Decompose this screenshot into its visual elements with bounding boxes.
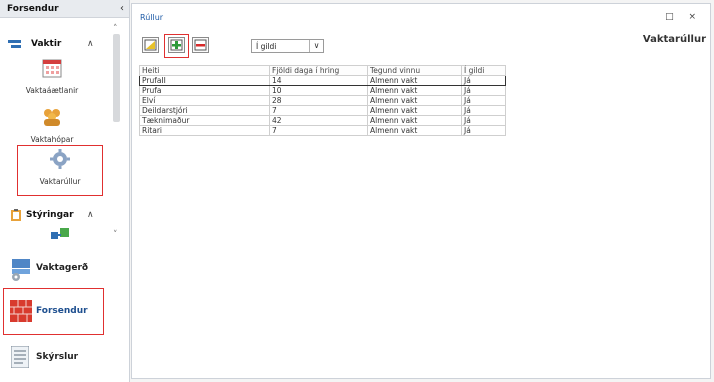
gear-icon: [50, 149, 70, 169]
group-styringar-label: Stýringar: [26, 210, 74, 220]
table-row[interactable]: Ritari 7 Almenn vakt Já: [139, 125, 506, 136]
sidebar-title: Forsendur: [7, 4, 59, 14]
page-title: Vaktarúllur: [642, 34, 706, 45]
cell-days: 7: [269, 125, 368, 136]
table-row[interactable]: Elví 28 Almenn vakt Já: [139, 95, 506, 106]
window-controls[interactable]: □ ×: [665, 12, 702, 22]
table-row[interactable]: Prufa 10 Almenn vakt Já: [139, 85, 506, 96]
column-header[interactable]: Heiti: [139, 65, 270, 76]
sidebar-item-label: Vaktahópar: [30, 135, 74, 144]
column-header[interactable]: Tegund vinnu: [367, 65, 462, 76]
cell-work-type: Almenn vakt: [367, 115, 462, 126]
edit-icon: [144, 39, 157, 51]
add-icon: [170, 39, 183, 51]
sidebar-item-vaktagerd[interactable]: Vaktagerð: [0, 251, 110, 287]
edit-button[interactable]: [142, 37, 159, 53]
cell-days: 14: [269, 75, 368, 86]
table-row[interactable]: Deildarstjóri 7 Almenn vakt Já: [139, 105, 506, 116]
sidebar-item-label: Forsendur: [36, 306, 88, 316]
cell-name: Tæknimaður: [139, 115, 270, 126]
sidebar-scrollbar[interactable]: ˄ ˅: [110, 24, 124, 252]
cell-work-type: Almenn vakt: [367, 105, 462, 116]
chevron-up-icon[interactable]: ∧: [87, 210, 94, 220]
cell-name: Ritari: [139, 125, 270, 136]
sidebar-item-label: Vaktarúllur: [39, 177, 81, 186]
filter-value: Í gildi: [256, 42, 277, 51]
sidebar-item-vaktaaaetlanir[interactable]: Vaktaáætlanir: [2, 58, 102, 95]
group-vaktir-label: Vaktir: [31, 39, 62, 49]
cell-active: Já: [461, 85, 506, 96]
cell-days: 7: [269, 105, 368, 116]
cell-active: Já: [461, 125, 506, 136]
sidebar-item-label: Vaktagerð: [36, 263, 89, 273]
shift-roster-table: Heiti Fjöldi daga í hring Tegund vinnu Í…: [139, 65, 506, 136]
clipboard-icon: [11, 209, 21, 221]
report-icon: [11, 346, 29, 368]
chevron-up-icon[interactable]: ∧: [87, 39, 94, 49]
vaktir-group-icon: [8, 40, 21, 48]
cell-active: Já: [461, 105, 506, 116]
cell-name: Deildarstjóri: [139, 105, 270, 116]
remove-icon: [194, 39, 207, 51]
remove-button[interactable]: [192, 37, 209, 53]
brick-wall-icon: [10, 300, 32, 322]
cell-active: Já: [461, 115, 506, 126]
sidebar-item-label: Vaktaáætlanir: [25, 86, 79, 95]
scroll-up-icon[interactable]: ˄: [113, 24, 118, 34]
cell-days: 42: [269, 115, 368, 126]
scrollbar-thumb[interactable]: [113, 34, 120, 122]
cell-active: Já: [461, 75, 506, 86]
cell-work-type: Almenn vakt: [367, 85, 462, 96]
sidebar-item-vaktarullur[interactable]: Vaktarúllur: [17, 149, 103, 186]
cell-name: PrufaII: [139, 75, 270, 86]
sidebar-item-forsendur[interactable]: Forsendur: [0, 294, 110, 330]
scroll-down-icon[interactable]: ˅: [113, 230, 118, 240]
shift-type-icon: [12, 259, 30, 281]
main-panel: Rúllur □ × Vaktarúllur Í gildi ∨ Heiti F…: [131, 3, 711, 379]
workflow-icon[interactable]: [51, 228, 69, 240]
table-header-row: Heiti Fjöldi daga í hring Tegund vinnu Í…: [139, 65, 506, 76]
calendar-icon: [42, 59, 62, 78]
breadcrumb[interactable]: Rúllur: [140, 13, 163, 22]
sidebar-item-skyrslur[interactable]: Skýrslur: [0, 340, 110, 376]
cell-name: Elví: [139, 95, 270, 106]
table-row[interactable]: Tæknimaður 42 Almenn vakt Já: [139, 115, 506, 126]
sidebar-header: Forsendur ‹: [0, 0, 129, 18]
add-button[interactable]: [168, 37, 185, 53]
table-row[interactable]: PrufaII 14 Almenn vakt Já: [139, 75, 506, 86]
sidebar-item-label: Skýrslur: [36, 352, 79, 362]
column-header[interactable]: Fjöldi daga í hring: [269, 65, 368, 76]
cell-days: 28: [269, 95, 368, 106]
cell-days: 10: [269, 85, 368, 96]
cell-work-type: Almenn vakt: [367, 125, 462, 136]
sidebar: Forsendur ‹ ˄ ˅ Vaktir ∧ Vaktaáætlanir V…: [0, 0, 130, 382]
cell-work-type: Almenn vakt: [367, 75, 462, 86]
people-group-icon: [44, 109, 60, 126]
cell-active: Já: [461, 95, 506, 106]
cell-name: Prufa: [139, 85, 270, 96]
cell-work-type: Almenn vakt: [367, 95, 462, 106]
status-filter-select[interactable]: Í gildi ∨: [251, 39, 324, 53]
chevron-down-icon[interactable]: ∨: [309, 40, 323, 52]
column-header[interactable]: Í gildi: [461, 65, 506, 76]
sidebar-item-vaktahopar[interactable]: Vaktahópar: [2, 107, 102, 144]
collapse-sidebar-icon[interactable]: ‹: [120, 3, 124, 14]
